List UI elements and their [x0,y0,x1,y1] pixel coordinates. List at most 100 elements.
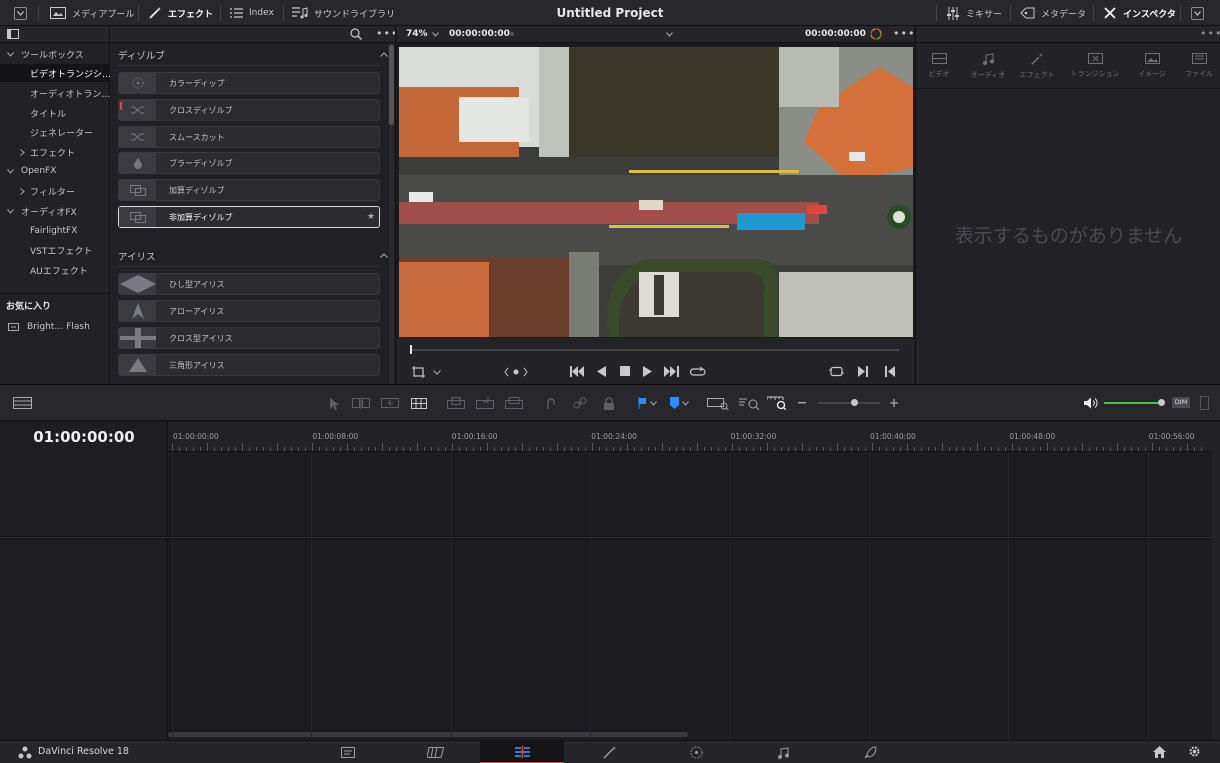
fx-item-smooth-cut[interactable]: スムースカット [118,126,380,148]
match-frame-icon[interactable] [829,366,844,377]
lock-icon[interactable] [600,395,618,411]
tree-item-titles[interactable]: タイトル [0,104,110,122]
edit-page-button[interactable] [480,741,564,763]
sound-library-button[interactable]: サウンドライブラリ [292,0,395,26]
previous-edit-icon[interactable] [885,366,895,377]
tree-item-filters[interactable]: フィルター [0,182,110,200]
fx-item-non-additive-dissolve[interactable]: 非加算ディゾルブ ★ [118,206,380,228]
replace-clip-icon[interactable] [505,395,523,411]
more-options-icon[interactable]: ••• [893,27,915,40]
iris-section-header[interactable]: アイリス [110,246,392,266]
chevron-down-icon[interactable] [433,370,441,375]
tree-item-generators[interactable]: ジェネレーター [0,123,110,141]
index-button[interactable]: Index [230,0,274,26]
jog-control-icon[interactable] [504,367,528,377]
effects-scrollbar[interactable] [389,43,394,384]
cut-page-button[interactable] [393,741,477,763]
color-wheel-icon[interactable] [870,28,882,40]
chevron-down-icon[interactable] [680,395,690,411]
play-icon[interactable] [643,366,652,377]
inspector-button[interactable]: インスペクタ [1103,0,1176,26]
fx-item-arrow-iris[interactable]: アローアイリス [118,300,380,322]
zoom-in-icon[interactable] [887,395,901,411]
selection-tool-icon[interactable] [325,395,343,411]
fx-item-color-dip[interactable]: カラーディップ [118,72,380,94]
chevron-down-icon[interactable] [648,395,658,411]
tree-item-vst-effects[interactable]: VSTエフェクト [0,241,110,259]
tree-item-audio-fx[interactable]: オーディオFX [0,202,110,220]
panel-toggle-right-button[interactable] [1191,0,1204,26]
fx-item-triangle-iris[interactable]: 三角形アイリス [118,354,380,376]
track-divider[interactable] [0,536,168,539]
more-options-icon[interactable]: ••• [376,27,395,40]
fx-item-cross-dissolve[interactable]: クロスディゾルブ [118,99,380,121]
media-pool-button[interactable]: メディアプール [50,0,134,26]
fx-item-additive-dissolve[interactable]: 加算ディゾルブ [118,179,380,201]
sidebar-toggle-icon[interactable] [7,29,19,39]
tree-item-openfx[interactable]: OpenFX [0,162,110,180]
tab-video[interactable]: ビデオ [924,46,954,86]
color-page-button[interactable] [654,741,738,763]
fx-item-diamond-iris[interactable]: ひし型アイリス [118,273,380,295]
play-reverse-icon[interactable] [597,366,606,377]
zoom-level[interactable]: 74% [406,29,428,39]
speaker-icon[interactable] [1082,395,1100,411]
zoom-full-icon[interactable] [707,395,729,411]
playhead-marker[interactable] [410,345,412,354]
zoom-slider[interactable] [818,399,880,406]
tree-item-au-effects[interactable]: AUエフェクト [0,261,110,279]
fx-item-blur-dissolve[interactable]: ブラーディゾルブ [118,152,380,174]
favorite-item[interactable]: Bright… Flash [0,318,110,336]
chevron-down-icon[interactable] [666,32,673,37]
timeline-view-options-icon[interactable] [13,397,32,409]
fusion-page-button[interactable] [567,741,651,763]
dynamic-trim-icon[interactable] [381,395,399,411]
mixer-button[interactable]: ミキサー [946,0,1002,26]
tree-item-audio-transitions[interactable]: オーディオトラン… [0,84,110,102]
timeline-vertical-scrollbar[interactable] [1212,422,1220,740]
fx-item-cross-iris[interactable]: クロス型アイリス [118,327,380,349]
loop-icon[interactable] [690,365,706,378]
zoom-detail-icon[interactable] [739,395,761,411]
skip-to-start-icon[interactable] [570,366,585,377]
metadata-button[interactable]: メタデータ [1020,0,1086,26]
search-icon[interactable] [350,28,362,40]
timeline-horizontal-scrollbar[interactable] [168,732,688,737]
zoom-custom-icon[interactable] [767,395,789,411]
next-edit-icon[interactable] [858,366,868,377]
timeline-area[interactable]: 01:00:00:00 01:00:08:00 01:00:16:00 01:00:2… [168,422,1212,740]
dim-button[interactable]: DIM [1172,397,1190,408]
favorite-star-icon[interactable]: ★ [367,212,375,222]
tab-effects[interactable]: エフェクト [1017,46,1057,86]
blade-tool-icon[interactable] [410,395,428,411]
crop-icon[interactable] [412,366,425,378]
tree-item-toolbox[interactable]: ツールボックス [0,45,110,63]
insert-clip-icon[interactable] [447,395,465,411]
overwrite-clip-icon[interactable] [476,395,494,411]
audio-meter-toggle[interactable] [1200,396,1209,410]
panel-toggle-button[interactable] [14,0,27,26]
volume-slider[interactable] [1104,399,1165,406]
link-icon[interactable] [571,395,589,411]
fairlight-page-button[interactable] [741,741,825,763]
scrubber-track[interactable] [411,349,899,351]
tree-item-video-transitions[interactable]: ビデオトランジシ… [0,64,110,82]
dissolve-section-header[interactable]: ディゾルブ [110,45,392,65]
media-page-button[interactable] [306,741,390,763]
gear-icon[interactable] [1188,745,1201,758]
stop-icon[interactable] [620,366,630,376]
tab-file[interactable]: ファイル [1182,46,1216,86]
timeline-ruler[interactable]: 01:00:00:00 01:00:08:00 01:00:16:00 01:00:2… [168,422,1212,452]
video-audio-divider[interactable] [168,536,1212,539]
tree-item-fairlight-fx[interactable]: FairlightFX [0,222,110,240]
zoom-out-icon[interactable] [795,395,809,411]
tab-audio[interactable]: オーディオ [968,46,1008,86]
video-viewer[interactable] [399,47,913,337]
tab-image[interactable]: イメージ [1134,46,1170,86]
skip-to-end-icon[interactable] [664,366,679,377]
deliver-page-button[interactable] [828,741,912,763]
snapping-icon[interactable] [542,395,560,411]
tree-item-effects[interactable]: エフェクト [0,143,110,161]
chevron-down-icon[interactable] [432,32,439,37]
trim-tool-icon[interactable] [352,395,370,411]
